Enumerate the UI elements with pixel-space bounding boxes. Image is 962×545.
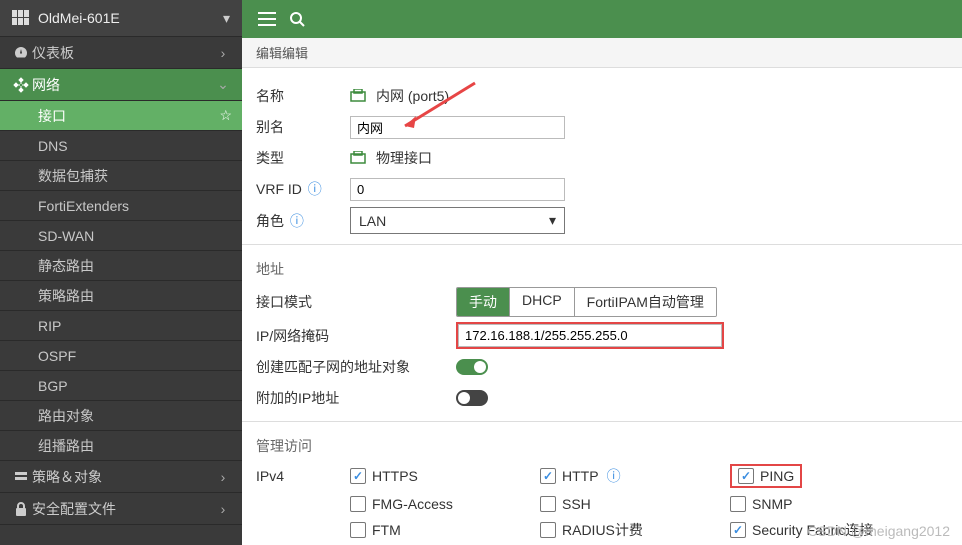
highlight-ipmask — [456, 322, 724, 349]
section-address: 地址 — [256, 259, 948, 279]
chk-secfab[interactable]: Security Fabric连接 — [730, 520, 930, 540]
chevron-down-icon: ▾ — [549, 212, 556, 229]
sidebar-sub-route-obj[interactable]: 路由对象 — [0, 401, 242, 431]
chk-fmg[interactable]: FMG-Access — [350, 496, 540, 512]
sidebar-sub-policy-route[interactable]: 策略路由 — [0, 281, 242, 311]
lock-icon — [10, 501, 32, 517]
vrf-label: VRF ID ⓘ — [256, 179, 350, 199]
mode-dhcp-button[interactable]: DHCP — [510, 288, 575, 316]
mode-fortiipam-button[interactable]: FortiIPAM自动管理 — [575, 288, 716, 316]
star-icon[interactable]: ☆ — [219, 107, 232, 124]
sidebar-sub-multicast[interactable]: 组播路由 — [0, 431, 242, 461]
device-header[interactable]: OldMei-601E ▾ — [0, 0, 242, 37]
mode-manual-button[interactable]: 手动 — [457, 288, 510, 316]
chevron-right-icon: › — [214, 45, 232, 61]
chk-https[interactable]: HTTPS — [350, 468, 540, 484]
breadcrumb: 编辑编辑 — [242, 38, 962, 68]
chevron-down-icon: ⌄ — [214, 76, 232, 93]
extra-ip-label: 附加的IP地址 — [256, 388, 456, 408]
role-label: 角色 ⓘ — [256, 211, 350, 231]
sidebar-item-label: 仪表板 — [32, 43, 214, 63]
topbar — [242, 0, 962, 38]
sidebar-sub-rip[interactable]: RIP — [0, 311, 242, 341]
alias-label: 别名 — [256, 117, 350, 137]
chk-http[interactable]: HTTPⓘ — [540, 466, 730, 486]
highlight-ping: PING — [730, 464, 802, 488]
name-value: 内网 (port5) — [376, 86, 449, 106]
sidebar-item-policy[interactable]: 策略＆对象 › — [0, 461, 242, 493]
sidebar-sub-static-route[interactable]: 静态路由 — [0, 251, 242, 281]
sidebar-item-label: 网络 — [32, 75, 214, 95]
info-icon[interactable]: ⓘ — [607, 466, 621, 486]
sidebar-item-dashboard[interactable]: 仪表板 › — [0, 37, 242, 69]
mode-label: 接口模式 — [256, 292, 456, 312]
port-icon — [350, 151, 366, 165]
name-label: 名称 — [256, 86, 350, 106]
subnet-obj-toggle[interactable] — [456, 359, 488, 375]
policy-icon — [10, 469, 32, 485]
sidebar-item-label: 策略＆对象 — [32, 467, 214, 487]
sidebar-sub-bgp[interactable]: BGP — [0, 371, 242, 401]
subnet-obj-label: 创建匹配子网的地址对象 — [256, 357, 456, 377]
extra-ip-toggle[interactable] — [456, 390, 488, 406]
sidebar-sub-ospf[interactable]: OSPF — [0, 341, 242, 371]
role-select[interactable]: LAN ▾ — [350, 207, 565, 234]
sidebar-sub-fortiextenders[interactable]: FortiExtenders — [0, 191, 242, 221]
chk-radius[interactable]: RADIUS计费 — [540, 520, 730, 540]
chk-ping[interactable]: PING — [738, 468, 794, 484]
mode-button-group: 手动 DHCP FortiIPAM自动管理 — [456, 287, 717, 317]
sidebar-item-security[interactable]: 安全配置文件 › — [0, 493, 242, 525]
section-access: 管理访问 — [256, 436, 948, 456]
info-icon[interactable]: ⓘ — [290, 213, 304, 229]
chevron-right-icon: › — [214, 469, 232, 485]
chk-ftm[interactable]: FTM — [350, 522, 540, 538]
sidebar-sub-interface[interactable]: 接口 ☆ — [0, 101, 242, 131]
network-icon — [10, 77, 32, 93]
type-value: 物理接口 — [376, 148, 432, 168]
port-icon — [350, 89, 366, 103]
search-button[interactable] — [282, 11, 312, 27]
chevron-down-icon[interactable]: ▾ — [223, 10, 230, 27]
menu-toggle-button[interactable] — [252, 12, 282, 26]
ipmask-input[interactable] — [458, 324, 722, 347]
sidebar-sub-pcap[interactable]: 数据包捕获 — [0, 161, 242, 191]
sidebar-item-network[interactable]: 网络 ⌄ — [0, 69, 242, 101]
dashboard-icon — [10, 45, 32, 61]
chk-ssh[interactable]: SSH — [540, 496, 730, 512]
device-logo-icon — [12, 10, 30, 26]
sidebar-item-label: 安全配置文件 — [32, 499, 214, 519]
chk-snmp[interactable]: SNMP — [730, 496, 930, 512]
chevron-right-icon: › — [214, 501, 232, 517]
sidebar-sub-dns[interactable]: DNS — [0, 131, 242, 161]
alias-input[interactable] — [350, 116, 565, 139]
device-name: OldMei-601E — [38, 10, 223, 26]
vrf-input[interactable] — [350, 178, 565, 201]
ipmask-label: IP/网络掩码 — [256, 326, 456, 346]
sidebar-sub-sdwan[interactable]: SD-WAN — [0, 221, 242, 251]
info-icon[interactable]: ⓘ — [308, 181, 322, 197]
ipv4-label: IPv4 — [256, 468, 350, 484]
type-label: 类型 — [256, 148, 350, 168]
